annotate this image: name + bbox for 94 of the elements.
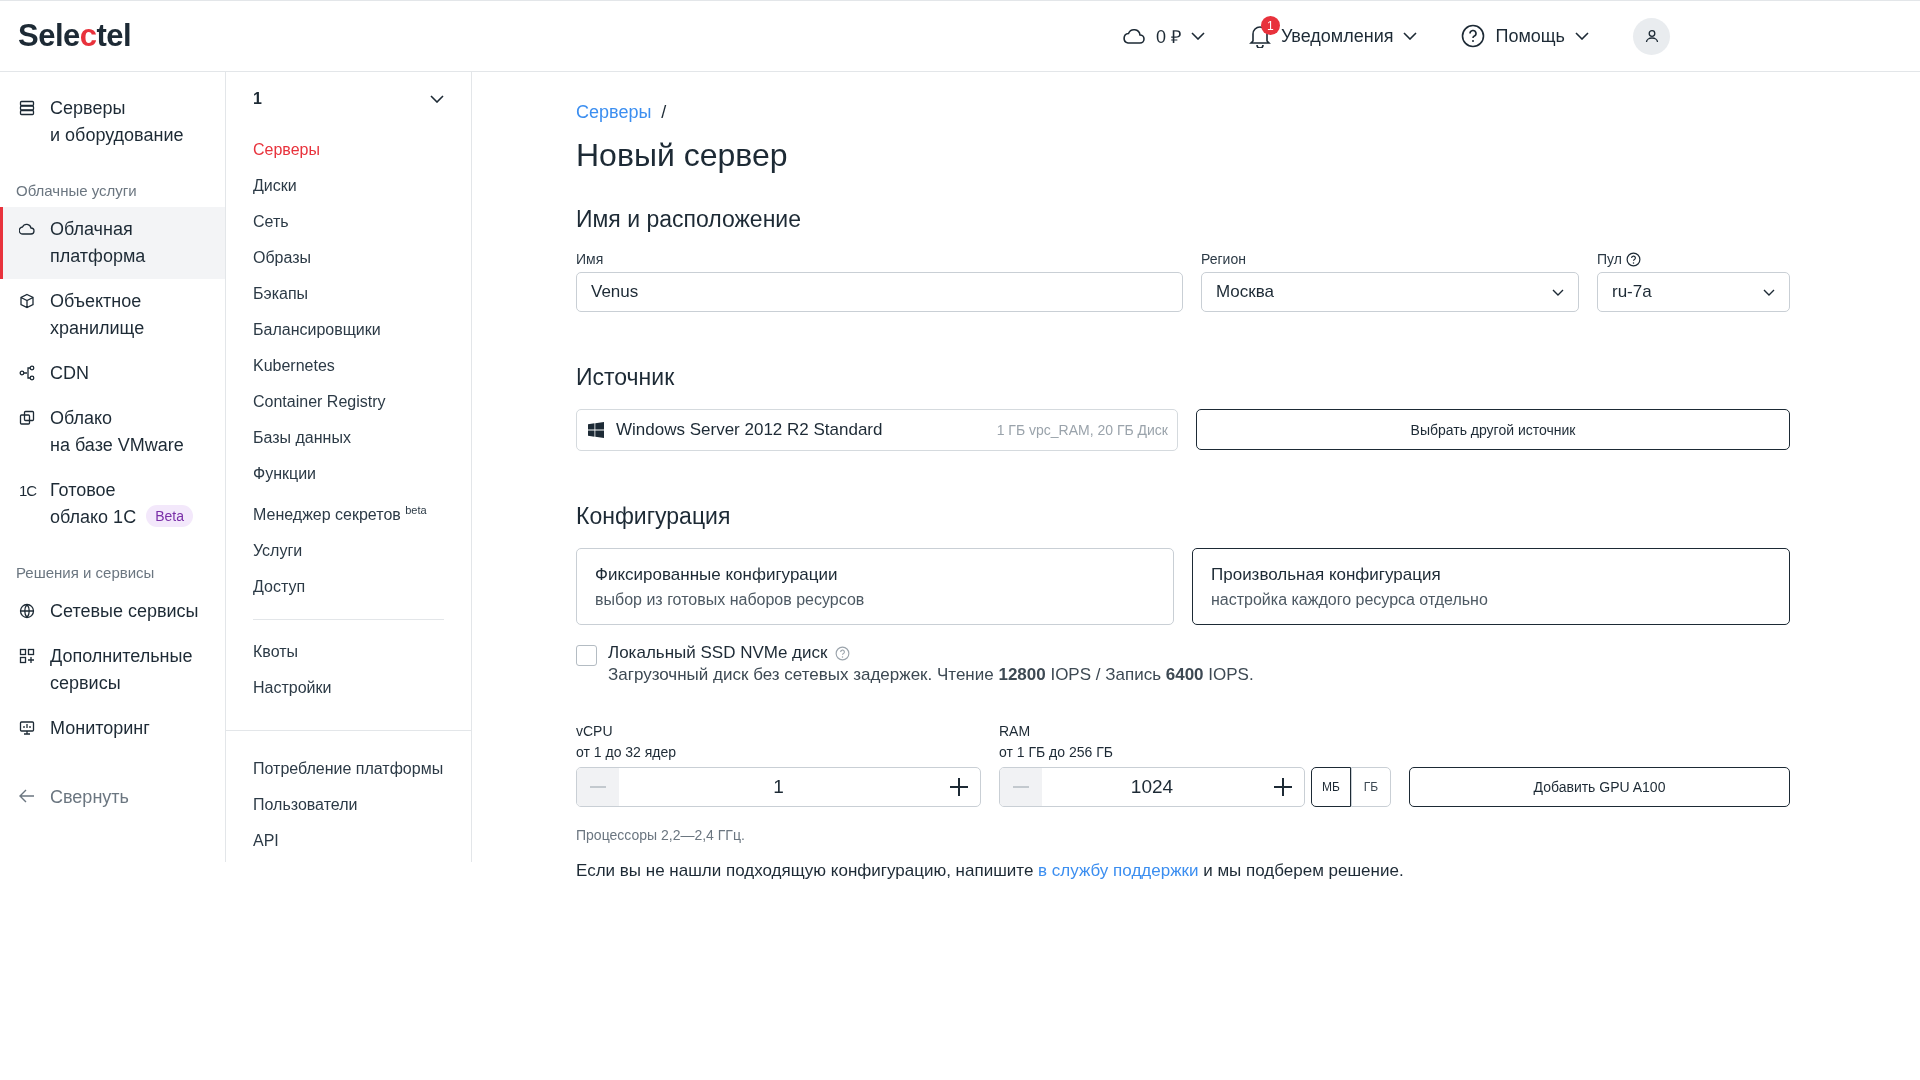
region-select[interactable]: Москва <box>1201 272 1579 312</box>
processor-note: Процессоры 2,2—2,4 ГГц. <box>576 827 746 843</box>
subnav-item[interactable]: Kubernetes <box>253 348 444 384</box>
subnav-item[interactable]: Пользователи <box>253 787 444 824</box>
support-text: Если вы не нашли подходящую конфигурацию, напишите в службу поддержки и мы подберем решение. <box>576 861 1405 881</box>
collapse-link[interactable]: Свернуть <box>0 775 225 820</box>
avatar-button[interactable] <box>1633 17 1670 55</box>
subnav-item[interactable]: Услуги <box>253 533 444 570</box>
name-input[interactable]: Venus <box>576 272 1183 312</box>
one-c-icon: 1С <box>19 477 35 531</box>
field-label: Имя <box>576 251 605 267</box>
field-label: RAM <box>999 722 1032 741</box>
subnav-item[interactable]: Настройки <box>253 670 444 707</box>
beta-badge: Beta <box>146 505 193 527</box>
subnav-item[interactable]: Балансировщики <box>253 312 444 348</box>
balance-button[interactable]: 0 ₽ <box>1121 20 1205 52</box>
section-heading: Конфигурация <box>576 503 732 530</box>
chevron-down-icon <box>1575 32 1589 40</box>
ram-stepper[interactable]: 1024 <box>999 767 1305 807</box>
option-title: Произвольная конфигурация <box>1211 564 1441 585</box>
option-title: Фиксированные конфигурации <box>595 564 838 585</box>
field-hint: от 1 ГБ до 256 ГБ <box>999 743 1114 762</box>
page-title: Новый сервер <box>576 137 789 174</box>
cloud-icon <box>1121 26 1146 46</box>
cloud-icon <box>19 221 35 237</box>
chevron-down-icon <box>1403 32 1418 40</box>
user-icon <box>1644 29 1659 43</box>
source-image-name: Windows Server 2012 R2 Standard <box>616 420 884 440</box>
sidebar-section-heading: Облачные услуги <box>15 181 138 201</box>
checkbox[interactable] <box>576 645 597 666</box>
vcpu-value: 1 <box>772 776 785 798</box>
option-description: настройка каждого ресурса отдельно <box>1211 590 1488 609</box>
subnav-item[interactable]: Серверы <box>253 132 444 168</box>
ram-value: 1024 <box>1129 776 1175 798</box>
grid-plus-icon <box>19 648 35 664</box>
help-button[interactable]: Помощь <box>1461 20 1589 52</box>
subnav-item[interactable]: Квоты <box>253 634 444 671</box>
section-heading: Источник <box>576 364 676 391</box>
subnav-item[interactable]: Менеджер секретов $^{beta}$ <box>253 492 444 534</box>
chevron-down-icon <box>1552 288 1564 296</box>
globe-icon <box>19 603 35 619</box>
checkbox-label: Локальный SSD NVMe диск <box>608 643 828 663</box>
subnav-item[interactable]: Доступ <box>253 569 444 606</box>
nodes-icon <box>19 365 35 381</box>
field-label: vCPU <box>576 722 614 741</box>
chevron-down-icon <box>430 95 444 103</box>
subnav-item[interactable]: Бэкапы <box>253 276 444 312</box>
help-icon <box>1461 24 1486 48</box>
configuration-option[interactable]: Фиксированные конфигурации выбор из готовых наборов ресурсов <box>576 548 1174 625</box>
vcpu-stepper[interactable]: 1 <box>576 767 981 807</box>
subnav-item[interactable]: Функции <box>253 456 444 492</box>
sidebar-item[interactable]: Облако на базе VMware <box>0 396 225 468</box>
sidebar-item[interactable]: Объектное хранилище <box>0 279 225 351</box>
sidebar-item[interactable]: Облачная платформа <box>0 207 225 279</box>
server-icon <box>19 100 35 116</box>
monitor-icon <box>19 720 35 736</box>
sidebar-item[interactable]: CDN <box>0 351 225 396</box>
chevron-down-icon <box>1763 288 1775 296</box>
sidebar-item[interactable]: Дополнительные сервисы <box>0 634 225 706</box>
configuration-option[interactable]: Произвольная конфигурация настройка каждого ресурса отдельно <box>1192 548 1790 625</box>
subnav-item[interactable]: Потребление платформы <box>253 751 444 788</box>
field-hint: от 1 до 32 ядер <box>576 743 678 762</box>
field-label: Пул <box>1597 251 1622 267</box>
sidebar-item[interactable]: Сетевые сервисы <box>0 589 225 634</box>
sidebar-item[interactable]: Мониторинг <box>0 706 225 751</box>
help-icon[interactable] <box>1625 251 1641 267</box>
sidebar-item[interactable]: 1С Готовое облако 1С Beta <box>0 468 225 540</box>
cube-icon <box>19 293 35 309</box>
subnav-item[interactable]: Сеть <box>253 204 444 240</box>
subnav-item[interactable]: Образы <box>253 240 444 276</box>
option-description: выбор из готовых наборов ресурсов <box>595 590 865 609</box>
sidebar-item[interactable]: Серверы и оборудование <box>0 86 225 158</box>
arrow-left-icon <box>19 789 35 803</box>
windows-logo-icon <box>588 422 604 438</box>
sidebar-section-heading: Решения и сервисы <box>15 563 156 583</box>
source-specs: 1 ГБ vpc_RAM, 20 ГБ Диск <box>996 422 1168 438</box>
subnav-item[interactable]: Container Registry <box>253 384 444 420</box>
chevron-down-icon <box>1190 32 1205 40</box>
project-select[interactable]: 1 <box>253 86 444 122</box>
add-gpu-button[interactable]: Добавить GPU A100 <box>1409 767 1790 807</box>
subnav-item[interactable]: Базы данных <box>253 420 444 456</box>
choose-source-button[interactable]: Выбрать другой источник <box>1196 409 1790 450</box>
unit-toggle[interactable]: МБ <box>1311 767 1351 807</box>
logo[interactable]: Selectel <box>18 18 132 54</box>
unit-toggle[interactable]: ГБ <box>1351 767 1391 807</box>
checkbox-description: Загрузочный диск без сетевых задержек. Чтение 12800 IOPS / Запись 6400 IOPS. <box>608 665 1254 685</box>
breadcrumb-separator: / <box>661 102 667 123</box>
section-heading: Имя и расположение <box>576 206 802 233</box>
subnav-item[interactable]: API <box>253 823 444 860</box>
notification-count-badge: 1 <box>1260 16 1280 35</box>
field-label: Регион <box>1201 251 1247 267</box>
subnav-item[interactable]: Диски <box>253 168 444 204</box>
pool-select[interactable]: ru-7a <box>1597 272 1790 312</box>
stacked-squares-icon <box>19 410 35 426</box>
